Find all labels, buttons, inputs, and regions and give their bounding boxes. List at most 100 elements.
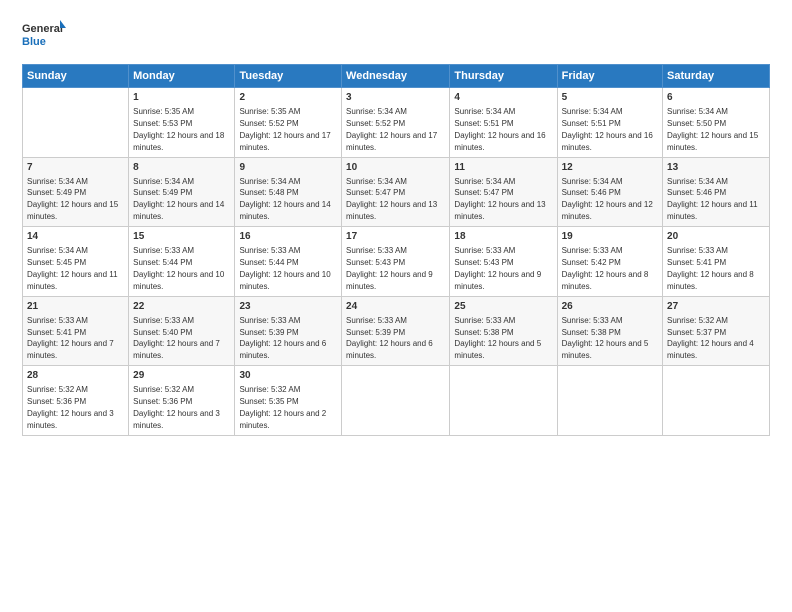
day-info: Sunrise: 5:34 AMSunset: 5:51 PMDaylight:… bbox=[454, 107, 545, 152]
calendar-cell bbox=[663, 366, 770, 436]
day-number: 7 bbox=[27, 161, 124, 175]
day-number: 2 bbox=[239, 91, 337, 105]
day-number: 12 bbox=[562, 161, 658, 175]
day-number: 22 bbox=[133, 300, 230, 314]
day-info: Sunrise: 5:32 AMSunset: 5:35 PMDaylight:… bbox=[239, 385, 326, 430]
day-info: Sunrise: 5:32 AMSunset: 5:37 PMDaylight:… bbox=[667, 316, 754, 361]
calendar-cell: 9 Sunrise: 5:34 AMSunset: 5:48 PMDaylight… bbox=[235, 157, 342, 227]
day-number: 3 bbox=[346, 91, 445, 105]
calendar-week-row: 14Sunrise: 5:34 AMSunset: 5:45 PMDayligh… bbox=[23, 227, 770, 297]
calendar-cell: 5 Sunrise: 5:34 AMSunset: 5:51 PMDaylight… bbox=[557, 88, 662, 158]
logo-svg: General Blue bbox=[22, 18, 66, 54]
calendar-cell: 30 Sunrise: 5:32 AMSunset: 5:35 PMDayligh… bbox=[235, 366, 342, 436]
calendar-cell: 11 Sunrise: 5:34 AMSunset: 5:47 PMDayligh… bbox=[450, 157, 557, 227]
day-number: 23 bbox=[239, 300, 337, 314]
calendar-cell: 18 Sunrise: 5:33 AMSunset: 5:43 PMDayligh… bbox=[450, 227, 557, 297]
calendar-cell: 13 Sunrise: 5:34 AMSunset: 5:46 PMDayligh… bbox=[663, 157, 770, 227]
day-number: 14 bbox=[27, 230, 124, 244]
header: General Blue bbox=[22, 18, 770, 54]
calendar-cell: 19 Sunrise: 5:33 AMSunset: 5:42 PMDayligh… bbox=[557, 227, 662, 297]
page: General Blue SundayMondayTuesdayWednesda… bbox=[0, 0, 792, 612]
weekday-header: Monday bbox=[129, 65, 235, 88]
day-number: 10 bbox=[346, 161, 445, 175]
weekday-header: Thursday bbox=[450, 65, 557, 88]
day-info: Sunrise: 5:34 AMSunset: 5:47 PMDaylight:… bbox=[454, 177, 545, 222]
day-info: Sunrise: 5:33 AMSunset: 5:44 PMDaylight:… bbox=[133, 246, 224, 291]
day-number: 9 bbox=[239, 161, 337, 175]
calendar-cell: 1 Sunrise: 5:35 AMSunset: 5:53 PMDaylight… bbox=[129, 88, 235, 158]
calendar-cell: 12 Sunrise: 5:34 AMSunset: 5:46 PMDayligh… bbox=[557, 157, 662, 227]
day-info: Sunrise: 5:33 AMSunset: 5:42 PMDaylight:… bbox=[562, 246, 649, 291]
weekday-header: Friday bbox=[557, 65, 662, 88]
day-info: Sunrise: 5:34 AMSunset: 5:52 PMDaylight:… bbox=[346, 107, 437, 152]
calendar-cell: 14Sunrise: 5:34 AMSunset: 5:45 PMDayligh… bbox=[23, 227, 129, 297]
day-info: Sunrise: 5:33 AMSunset: 5:38 PMDaylight:… bbox=[562, 316, 649, 361]
calendar-cell bbox=[23, 88, 129, 158]
day-info: Sunrise: 5:34 AMSunset: 5:51 PMDaylight:… bbox=[562, 107, 653, 152]
calendar-cell: 23Sunrise: 5:33 AMSunset: 5:39 PMDayligh… bbox=[235, 296, 342, 366]
calendar-cell: 22 Sunrise: 5:33 AMSunset: 5:40 PMDayligh… bbox=[129, 296, 235, 366]
day-number: 17 bbox=[346, 230, 445, 244]
day-info: Sunrise: 5:34 AMSunset: 5:46 PMDaylight:… bbox=[667, 177, 758, 222]
calendar-cell: 4Sunrise: 5:34 AMSunset: 5:51 PMDaylight… bbox=[450, 88, 557, 158]
day-number: 25 bbox=[454, 300, 552, 314]
day-number: 1 bbox=[133, 91, 230, 105]
day-number: 24 bbox=[346, 300, 445, 314]
day-info: Sunrise: 5:33 AMSunset: 5:41 PMDaylight:… bbox=[667, 246, 754, 291]
calendar-cell: 26 Sunrise: 5:33 AMSunset: 5:38 PMDayligh… bbox=[557, 296, 662, 366]
weekday-header: Tuesday bbox=[235, 65, 342, 88]
calendar-cell: 28Sunrise: 5:32 AMSunset: 5:36 PMDayligh… bbox=[23, 366, 129, 436]
day-number: 19 bbox=[562, 230, 658, 244]
day-info: Sunrise: 5:33 AMSunset: 5:44 PMDaylight:… bbox=[239, 246, 330, 291]
day-info: Sunrise: 5:34 AMSunset: 5:47 PMDaylight:… bbox=[346, 177, 437, 222]
calendar-cell: 6 Sunrise: 5:34 AMSunset: 5:50 PMDaylight… bbox=[663, 88, 770, 158]
day-number: 5 bbox=[562, 91, 658, 105]
svg-text:Blue: Blue bbox=[22, 36, 46, 48]
day-number: 21 bbox=[27, 300, 124, 314]
calendar-cell bbox=[557, 366, 662, 436]
day-info: Sunrise: 5:32 AMSunset: 5:36 PMDaylight:… bbox=[133, 385, 220, 430]
calendar-cell: 21 Sunrise: 5:33 AMSunset: 5:41 PMDayligh… bbox=[23, 296, 129, 366]
calendar-cell: 20 Sunrise: 5:33 AMSunset: 5:41 PMDayligh… bbox=[663, 227, 770, 297]
calendar-week-row: 7 Sunrise: 5:34 AMSunset: 5:49 PMDaylight… bbox=[23, 157, 770, 227]
logo: General Blue bbox=[22, 18, 66, 54]
day-number: 29 bbox=[133, 369, 230, 383]
day-info: Sunrise: 5:34 AMSunset: 5:48 PMDaylight:… bbox=[239, 177, 330, 222]
day-info: Sunrise: 5:34 AMSunset: 5:49 PMDaylight:… bbox=[27, 177, 118, 222]
calendar-cell: 24Sunrise: 5:33 AMSunset: 5:39 PMDayligh… bbox=[342, 296, 450, 366]
calendar-cell: 29 Sunrise: 5:32 AMSunset: 5:36 PMDayligh… bbox=[129, 366, 235, 436]
calendar-cell: 17 Sunrise: 5:33 AMSunset: 5:43 PMDayligh… bbox=[342, 227, 450, 297]
day-number: 27 bbox=[667, 300, 765, 314]
calendar-cell: 27 Sunrise: 5:32 AMSunset: 5:37 PMDayligh… bbox=[663, 296, 770, 366]
day-info: Sunrise: 5:34 AMSunset: 5:50 PMDaylight:… bbox=[667, 107, 758, 152]
svg-text:General: General bbox=[22, 23, 63, 35]
weekday-header: Wednesday bbox=[342, 65, 450, 88]
day-number: 20 bbox=[667, 230, 765, 244]
calendar-cell: 10 Sunrise: 5:34 AMSunset: 5:47 PMDayligh… bbox=[342, 157, 450, 227]
calendar-week-row: 21 Sunrise: 5:33 AMSunset: 5:41 PMDayligh… bbox=[23, 296, 770, 366]
weekday-header: Saturday bbox=[663, 65, 770, 88]
day-number: 16 bbox=[239, 230, 337, 244]
day-number: 11 bbox=[454, 161, 552, 175]
calendar-cell: 8Sunrise: 5:34 AMSunset: 5:49 PMDaylight… bbox=[129, 157, 235, 227]
day-number: 18 bbox=[454, 230, 552, 244]
calendar-week-row: 1 Sunrise: 5:35 AMSunset: 5:53 PMDaylight… bbox=[23, 88, 770, 158]
day-info: Sunrise: 5:33 AMSunset: 5:43 PMDaylight:… bbox=[346, 246, 433, 291]
day-number: 13 bbox=[667, 161, 765, 175]
day-info: Sunrise: 5:33 AMSunset: 5:41 PMDaylight:… bbox=[27, 316, 114, 361]
calendar-cell: 3 Sunrise: 5:34 AMSunset: 5:52 PMDaylight… bbox=[342, 88, 450, 158]
day-number: 15 bbox=[133, 230, 230, 244]
day-info: Sunrise: 5:33 AMSunset: 5:43 PMDaylight:… bbox=[454, 246, 541, 291]
weekday-header: Sunday bbox=[23, 65, 129, 88]
day-info: Sunrise: 5:34 AMSunset: 5:46 PMDaylight:… bbox=[562, 177, 653, 222]
calendar-week-row: 28Sunrise: 5:32 AMSunset: 5:36 PMDayligh… bbox=[23, 366, 770, 436]
calendar-cell: 2Sunrise: 5:35 AMSunset: 5:52 PMDaylight… bbox=[235, 88, 342, 158]
day-number: 6 bbox=[667, 91, 765, 105]
day-info: Sunrise: 5:32 AMSunset: 5:36 PMDaylight:… bbox=[27, 385, 114, 430]
day-info: Sunrise: 5:34 AMSunset: 5:49 PMDaylight:… bbox=[133, 177, 224, 222]
calendar-cell: 7 Sunrise: 5:34 AMSunset: 5:49 PMDaylight… bbox=[23, 157, 129, 227]
day-number: 30 bbox=[239, 369, 337, 383]
day-number: 26 bbox=[562, 300, 658, 314]
day-info: Sunrise: 5:35 AMSunset: 5:53 PMDaylight:… bbox=[133, 107, 224, 152]
day-info: Sunrise: 5:33 AMSunset: 5:40 PMDaylight:… bbox=[133, 316, 220, 361]
